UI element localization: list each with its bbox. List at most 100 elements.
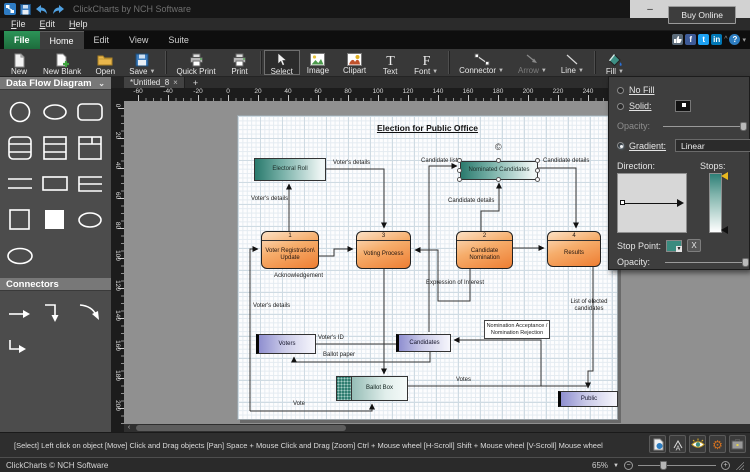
selection-handle[interactable] — [496, 158, 501, 163]
shape-rect[interactable] — [37, 166, 72, 202]
minimize-button[interactable]: – — [638, 4, 662, 15]
tab-file[interactable]: File — [4, 31, 40, 49]
node-ballot-box[interactable]: Ballot Box — [336, 376, 408, 401]
shape-rect-corner[interactable] — [72, 130, 107, 166]
flow-label[interactable]: Candidate details — [448, 198, 494, 205]
node-candidate-nomination[interactable]: 2Candidate Nomination — [456, 231, 513, 269]
document-tab[interactable]: *Untitled_8 × — [124, 77, 185, 88]
shape-rect-bands[interactable] — [37, 130, 72, 166]
buy-online-button[interactable]: Buy Online — [668, 6, 736, 24]
fill-button[interactable]: Fill▼ — [598, 50, 632, 75]
tab-view[interactable]: View — [119, 31, 158, 49]
flow-connector[interactable] — [250, 249, 258, 411]
stop-opacity-slider[interactable] — [665, 258, 749, 267]
no-fill-radio[interactable] — [617, 87, 624, 94]
print-button[interactable]: Print — [223, 50, 257, 75]
facebook-icon[interactable]: f — [685, 34, 696, 45]
rotation-handle[interactable]: © — [495, 142, 502, 152]
open-button[interactable]: Open — [88, 50, 122, 75]
flow-connector[interactable] — [588, 267, 593, 388]
zoom-level[interactable]: 65% — [592, 461, 608, 470]
shape-hlines[interactable] — [2, 166, 37, 202]
menu-edit[interactable]: Edit — [34, 19, 62, 29]
flow-label[interactable]: Candidate list — [421, 158, 457, 165]
flow-connector[interactable] — [429, 166, 457, 332]
horizontal-scroll-thumb[interactable] — [136, 425, 346, 431]
image-button[interactable]: Image — [300, 50, 336, 75]
stop-point-color-swatch[interactable]: ▼ — [666, 240, 682, 252]
connector-arrow-elbow2[interactable] — [2, 331, 37, 367]
selection-handle[interactable] — [535, 168, 540, 173]
tab-home[interactable]: Home — [40, 31, 84, 49]
node-voters[interactable]: Voters — [256, 334, 316, 354]
gradient-stop-marker-end[interactable] — [721, 226, 728, 234]
flow-label[interactable]: Ballot paper — [323, 352, 355, 359]
gradient-type-select[interactable]: Linear ▼ — [675, 139, 750, 152]
zoom-slider[interactable] — [638, 461, 716, 470]
selection-handle[interactable] — [535, 158, 540, 163]
suite-case-icon[interactable] — [729, 435, 746, 453]
twitter-icon[interactable]: t — [698, 34, 709, 45]
text-button[interactable]: TText — [373, 50, 407, 75]
quick-print-button[interactable]: Quick Print — [169, 50, 222, 75]
like-icon[interactable] — [672, 34, 683, 45]
flow-label[interactable]: Voter's details — [253, 303, 290, 310]
arrow-button[interactable]: Arrow▼ — [511, 50, 554, 75]
chevron-down-icon[interactable]: ▼ — [149, 69, 155, 75]
note-box-nomination[interactable]: Nomination Acceptance / Nomination Rejec… — [484, 320, 550, 339]
help-icon[interactable]: ? — [729, 34, 740, 45]
new-button[interactable]: New — [2, 50, 36, 75]
clipart-button[interactable]: Clipart — [336, 50, 373, 75]
shape-ellipse[interactable] — [72, 202, 107, 238]
flow-label[interactable]: List of elected candidates — [566, 299, 612, 313]
shape-square-filled[interactable] — [37, 202, 72, 238]
no-fill-label[interactable]: No Fill — [629, 85, 655, 95]
shape-ellipse[interactable] — [37, 94, 72, 130]
horizontal-scrollbar[interactable]: ‹ — [124, 424, 750, 432]
linkedin-icon[interactable]: in — [711, 34, 722, 45]
node-voting-process[interactable]: 3Voting Process — [356, 231, 411, 269]
gradient-fill-label[interactable]: Gradient: — [629, 141, 666, 151]
redo-icon[interactable] — [52, 4, 65, 15]
shape-circle[interactable] — [2, 94, 37, 130]
connector-arrow-curve[interactable] — [72, 295, 107, 331]
gradient-direction-box[interactable] — [617, 173, 687, 233]
document-tab-close-icon[interactable]: × — [173, 78, 178, 87]
flow-label[interactable]: Voter's ID — [318, 335, 344, 342]
flow-label[interactable]: Acknowledgement — [274, 273, 323, 280]
shape-rounded-rect-bands[interactable] — [2, 130, 37, 166]
flow-label[interactable]: Votes — [456, 377, 471, 384]
node-candidates[interactable]: Candidates — [396, 334, 451, 352]
node-public[interactable]: Public — [558, 391, 618, 407]
menu-help[interactable]: Help — [63, 19, 94, 29]
help-dropdown-icon[interactable]: ▾ — [742, 36, 746, 44]
line-button[interactable]: Line▼ — [554, 50, 591, 75]
gradient-stops-bar[interactable] — [709, 173, 722, 233]
save-button[interactable]: Save▼ — [122, 50, 162, 75]
selection-handle[interactable] — [457, 158, 462, 163]
chevron-down-icon[interactable]: ▼ — [578, 68, 584, 74]
tab-suite[interactable]: Suite — [158, 31, 199, 49]
chevron-down-icon[interactable]: ▼ — [432, 69, 438, 75]
node-voter-registration[interactable]: 1Voter Registration\ Update — [261, 231, 319, 269]
selection-handle[interactable] — [457, 177, 462, 182]
document-options-icon[interactable] — [649, 435, 666, 453]
resize-grip[interactable] — [735, 461, 744, 470]
collapse-social-icon[interactable]: ^ — [724, 36, 727, 43]
flow-label[interactable]: Voter's details — [333, 160, 370, 167]
chevron-down-icon[interactable]: ⌄ — [98, 79, 105, 88]
flow-label[interactable]: Vote — [293, 401, 305, 408]
connector-arrow-straight[interactable] — [2, 295, 37, 331]
chevron-down-icon[interactable]: ▼ — [498, 68, 504, 74]
quick-save-icon[interactable] — [20, 4, 31, 15]
options-gear-icon[interactable]: ⚙ — [709, 435, 726, 453]
solid-fill-radio[interactable] — [617, 103, 624, 110]
shape-square[interactable] — [2, 202, 37, 238]
node-electoral-roll[interactable]: Electoral Roll — [254, 158, 326, 181]
flow-connector[interactable] — [326, 169, 384, 228]
sidebar-header-data-flow-diagram[interactable]: Data Flow Diagram⌄ — [0, 77, 111, 90]
solid-color-swatch[interactable] — [675, 100, 691, 112]
chevron-down-icon[interactable]: ▼ — [541, 68, 547, 74]
font-button[interactable]: FFont▼ — [407, 50, 445, 75]
flow-connector[interactable] — [319, 249, 353, 256]
